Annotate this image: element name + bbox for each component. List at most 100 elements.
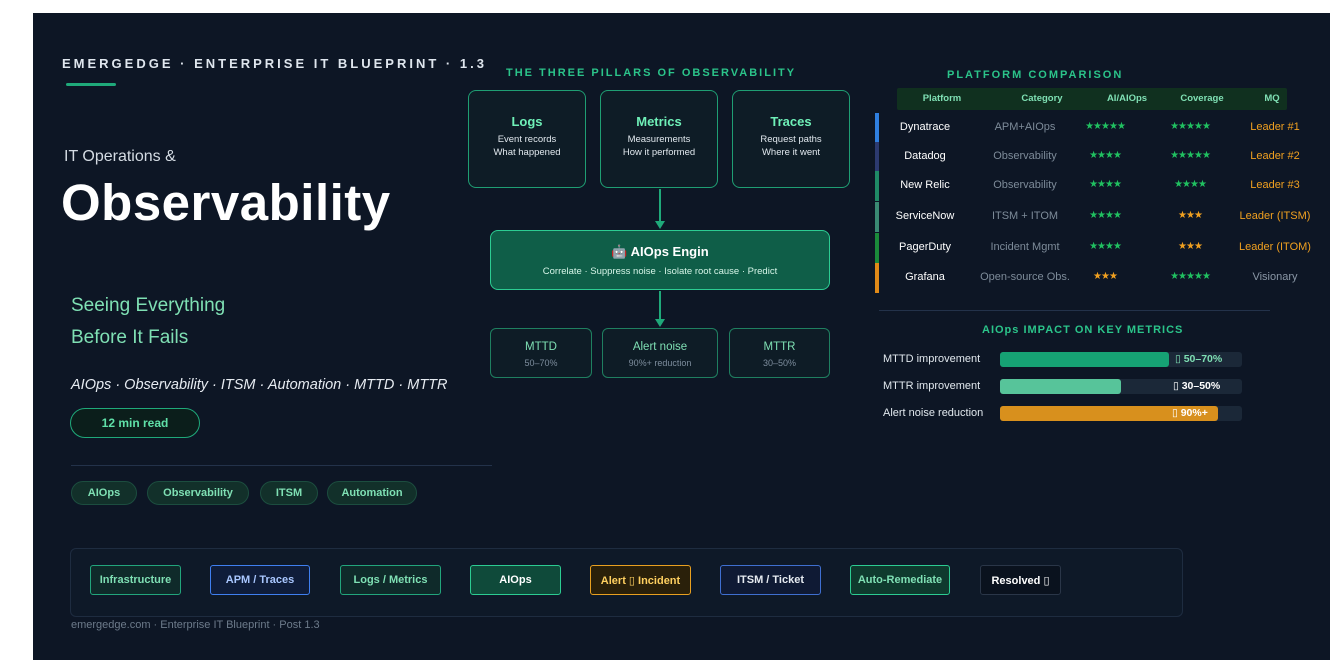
row-accent-bar [875, 202, 879, 232]
footer-text: emergedge.com · Enterprise IT Blueprint … [71, 619, 320, 631]
tag-automation[interactable]: Automation [327, 481, 417, 505]
cell-platform: Datadog [904, 150, 946, 162]
brand-title: EMERGEDGE · ENTERPRISE IT BLUEPRINT · 1.… [62, 56, 487, 71]
pipeline-step: Infrastructure [90, 565, 181, 595]
cell-platform: ServiceNow [895, 210, 955, 222]
table-row: ServiceNow ITSM + ITOM ★★★★ ★★★ Leader (ITSM… [875, 202, 1310, 232]
arrow-down-icon [655, 221, 665, 229]
blueprint-canvas: EMERGEDGE · ENTERPRISE IT BLUEPRINT · 1.… [33, 13, 1330, 660]
arrow-down-icon [655, 319, 665, 327]
connector-line [659, 291, 661, 320]
cell-platform: PagerDuty [899, 241, 951, 253]
cell-category: Observability [993, 150, 1057, 162]
pillar-name: Logs [511, 114, 543, 129]
cell-ai-rating: ★★★★ [1089, 241, 1122, 252]
cell-category: Incident Mgmt [990, 241, 1060, 253]
cell-ai-rating: ★★★★ [1089, 210, 1122, 221]
pipeline-step: APM / Traces [210, 565, 310, 595]
engine-subtitle: Correlate · Suppress noise · Isolate roo… [542, 266, 778, 277]
impact-label: MTTD improvement [883, 353, 981, 365]
engine-title: AIOps Engin [630, 244, 709, 259]
table-row: Grafana Open-source Obs. ★★★ ★★★★★ Visionary [875, 263, 1298, 293]
cell-category: Observability [993, 179, 1057, 191]
cell-mq: Leader #1 [1250, 121, 1300, 133]
cell-ai-rating: ★★★★ [1089, 150, 1122, 161]
row-accent-bar [875, 233, 879, 263]
cell-coverage-rating: ★★★ [1178, 241, 1203, 252]
impact-track: ▯ 50–70% [1000, 352, 1242, 367]
impact-fill [1000, 352, 1169, 367]
pillar-line2: How it performed [622, 147, 696, 158]
hero-subtitle: IT Operations & [64, 148, 176, 165]
cell-ai-rating: ★★★★ [1089, 179, 1122, 190]
outcome-value: 30–50% [762, 358, 797, 368]
cell-coverage-rating: ★★★★ [1174, 179, 1207, 190]
robot-icon: 🤖 [611, 244, 628, 259]
pillar-name: Traces [770, 114, 812, 129]
pipeline-step: Alert ▯ Incident [590, 565, 691, 595]
pillar-logs: Logs Event records What happened [468, 90, 586, 188]
impact-track: ▯ 30–50% [1000, 379, 1242, 394]
pillar-traces: Traces Request paths Where it went [732, 90, 850, 188]
impact-value: ▯ 30–50% [1173, 380, 1221, 392]
cell-coverage-rating: ★★★★★ [1170, 150, 1211, 161]
outcome-mttd: MTTD 50–70% [490, 328, 592, 378]
cell-ai-rating: ★★★ [1093, 271, 1118, 282]
cell-mq: Leader #2 [1250, 150, 1300, 162]
cell-mq: Leader (ITSM) [1239, 210, 1311, 222]
outcome-value: 50–70% [524, 358, 558, 368]
tagline-line1: Seeing Everything [71, 295, 226, 316]
cell-category: ITSM + ITOM [991, 210, 1059, 222]
pipeline-step: Resolved ▯ [980, 565, 1061, 595]
cell-platform: Dynatrace [899, 121, 951, 133]
impact-value: ▯ 50–70% [1175, 353, 1223, 365]
header-mq: MQ [1264, 93, 1280, 104]
comparison-header: Platform Category AI/AIOps Coverage MQ [897, 88, 1287, 110]
cell-mq: Leader #3 [1250, 179, 1300, 191]
pillar-name: Metrics [636, 114, 682, 129]
keyword-list: AIOps · Observability · ITSM · Automatio… [71, 377, 448, 393]
row-accent-bar [875, 171, 879, 201]
outcome-name: MTTD [525, 341, 557, 353]
divider [879, 310, 1270, 311]
pillar-line1: Event records [497, 134, 557, 145]
cell-coverage-rating: ★★★ [1178, 210, 1203, 221]
outcome-name: Alert noise [632, 341, 688, 353]
connector-line [659, 189, 661, 222]
outcome-name: MTTR [763, 341, 796, 353]
pipeline-step: ITSM / Ticket [720, 565, 821, 595]
hero-title: Observability [61, 174, 391, 231]
aiops-engine-box: 🤖 AIOps Engin Correlate · Suppress noise… [490, 230, 830, 290]
impact-value: ▯ 90%+ [1172, 407, 1208, 419]
cell-ai-rating: ★★★★★ [1085, 121, 1126, 132]
impact-title: AIOps IMPACT ON KEY METRICS [982, 324, 1184, 336]
cell-category: APM+AIOps [994, 121, 1056, 133]
impact-fill [1000, 379, 1121, 394]
pillar-line1: Request paths [760, 134, 822, 145]
header-platform: Platform [922, 93, 962, 104]
comparison-title: PLATFORM COMPARISON [947, 69, 1124, 81]
outcome-mttr: MTTR 30–50% [729, 328, 830, 378]
row-accent-bar [875, 263, 879, 293]
header-ai: AI/AIOps [1106, 93, 1148, 104]
divider [71, 465, 492, 466]
tagline-line2: Before It Fails [71, 327, 189, 348]
row-accent-bar [875, 142, 879, 172]
read-time-badge: 12 min read [70, 408, 200, 438]
cell-coverage-rating: ★★★★★ [1170, 121, 1211, 132]
tag-itsm[interactable]: ITSM [260, 481, 318, 505]
table-row: PagerDuty Incident Mgmt ★★★★ ★★★ Leader (ITO… [875, 233, 1311, 263]
tag-aiops[interactable]: AIOps [71, 481, 137, 505]
pillar-line2: What happened [493, 147, 561, 158]
table-row: New Relic Observability ★★★★ ★★★★ Leader #3 [875, 171, 1300, 201]
cell-platform: New Relic [900, 179, 950, 191]
cell-category: Open-source Obs. [980, 271, 1070, 283]
pillars-title: THE THREE PILLARS OF OBSERVABILITY [506, 67, 797, 79]
impact-label: MTTR improvement [883, 380, 981, 392]
cell-platform: Grafana [905, 271, 945, 283]
tag-observability[interactable]: Observability [147, 481, 249, 505]
pipeline-step: Logs / Metrics [340, 565, 441, 595]
header-category: Category [1021, 93, 1063, 104]
brand-underline [66, 83, 116, 86]
table-row: Datadog Observability ★★★★ ★★★★★ Leader #2 [875, 142, 1300, 172]
